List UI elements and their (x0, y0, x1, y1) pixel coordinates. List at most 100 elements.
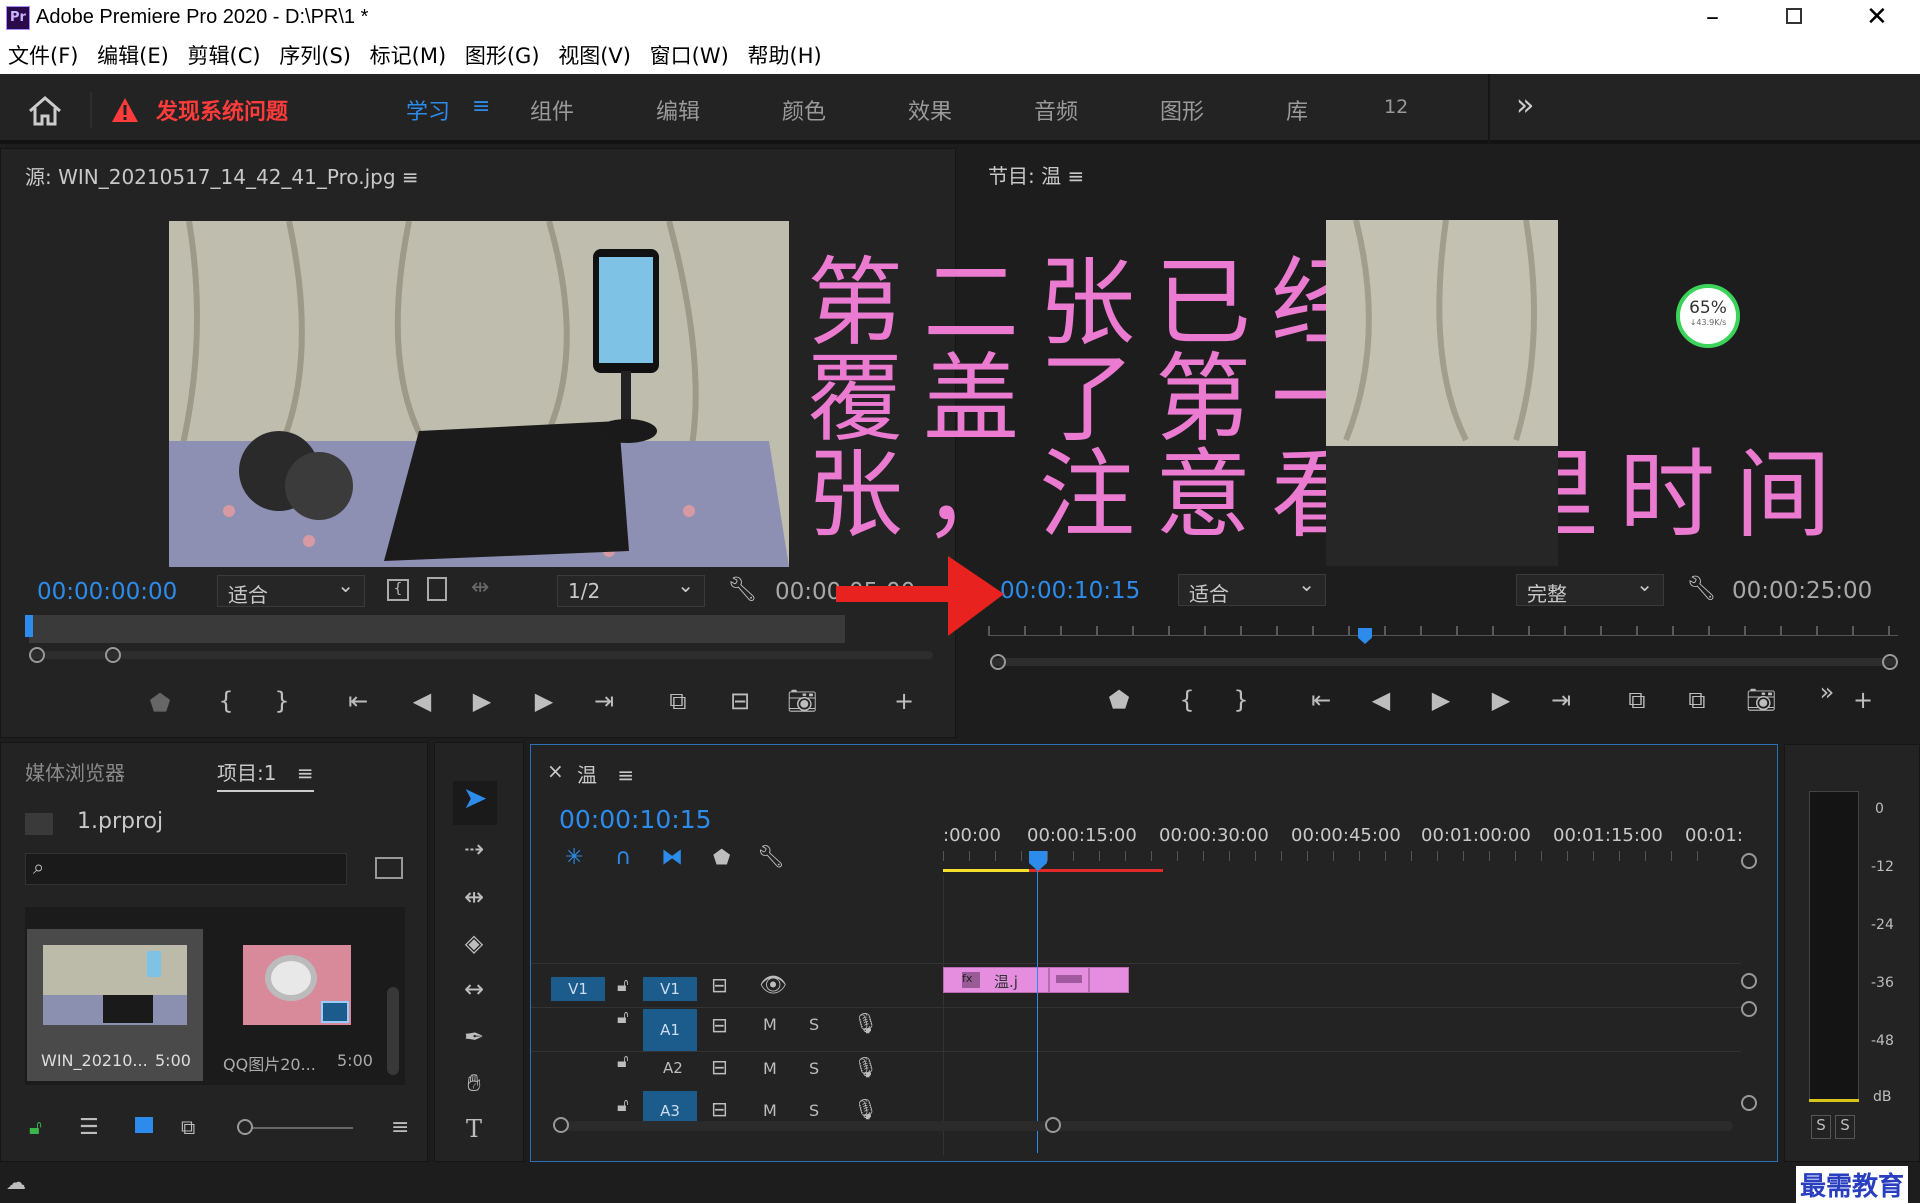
source-marker-icon[interactable]: ⬟ (143, 689, 177, 717)
ripple-edit-tool-icon[interactable]: ⇹ (457, 883, 491, 911)
slip-tool-icon[interactable]: ↔ (457, 975, 491, 1003)
solo-button[interactable]: S (809, 1059, 819, 1078)
program-add-button-icon[interactable]: + (1846, 686, 1880, 714)
snap-icon[interactable]: ∩ (615, 845, 631, 870)
freeform-view-icon[interactable]: ⧉ (181, 1115, 195, 1139)
v-scroll-handle[interactable] (1741, 853, 1757, 869)
icon-view-icon[interactable] (135, 1117, 153, 1133)
source-playhead[interactable] (25, 615, 33, 637)
program-goto-in-icon[interactable]: ⇤ (1304, 686, 1338, 714)
program-mark-out-icon[interactable]: } (1224, 686, 1258, 714)
menu-clip[interactable]: 剪辑(C) (188, 44, 261, 68)
track-lock-icon[interactable]: 🔓︎ (617, 1051, 629, 1072)
linked-selection-icon[interactable]: ⧓ (661, 845, 683, 870)
pen-tool-icon[interactable]: ✒︎ (457, 1023, 491, 1051)
razor-tool-icon[interactable]: ◈ (457, 929, 491, 957)
track-lock-icon[interactable]: 🔓︎ (617, 975, 629, 996)
timeline-clip[interactable]: fx 温.j (943, 967, 1049, 993)
timeline-settings-icon[interactable]: 🔧︎ (757, 845, 785, 870)
project-search-input[interactable] (25, 853, 347, 885)
timeline-playhead[interactable] (1029, 851, 1047, 871)
minimize-icon[interactable]: – (1706, 2, 1719, 32)
mute-button[interactable]: M (763, 1015, 777, 1034)
sync-lock-icon[interactable]: ⊟ (711, 1055, 728, 1079)
source-audio-icon[interactable]: ⇹ (471, 575, 489, 600)
nest-toggle-icon[interactable]: ✳︎ (565, 845, 583, 870)
home-icon[interactable] (28, 96, 62, 126)
timeline-clip[interactable] (1089, 967, 1129, 993)
source-add-button-icon[interactable]: + (887, 687, 921, 715)
source-insert-icon[interactable]: { (387, 579, 409, 601)
system-alert[interactable]: 发现系统问题 (156, 94, 288, 126)
menu-window[interactable]: 窗口(W) (650, 44, 729, 68)
menu-graphics[interactable]: 图形(G) (465, 44, 540, 68)
program-camera-icon[interactable]: 📷︎ (1744, 686, 1778, 714)
menu-marker[interactable]: 标记(M) (370, 44, 447, 68)
mic-icon[interactable]: 🎙︎ (853, 1011, 878, 1035)
source-resolution-dropdown[interactable]: 1/2 (557, 573, 705, 607)
sync-lock-icon[interactable]: ⊟ (711, 973, 728, 997)
project-item[interactable]: QQ图片20... 5:00 (213, 929, 389, 1081)
menu-view[interactable]: 视图(V) (558, 44, 631, 68)
menu-help[interactable]: 帮助(H) (748, 44, 822, 68)
source-overwrite-icon[interactable]: ⊟ (723, 687, 757, 715)
ws-tab-audio[interactable]: 音频 (1034, 94, 1078, 126)
ws-tab-libraries[interactable]: 库 (1286, 94, 1308, 126)
ws-tab-editing[interactable]: 编辑 (656, 94, 700, 126)
source-mark-in-icon[interactable]: { (209, 687, 243, 715)
track-lock-icon[interactable]: 🔓︎ (617, 1007, 629, 1028)
zoom-slider[interactable] (241, 1127, 353, 1129)
timeline-timecode[interactable]: 00:00:10:15 (559, 805, 712, 834)
project-menu-icon[interactable]: ≡ (297, 761, 314, 785)
mic-icon[interactable]: 🎙︎ (853, 1097, 878, 1121)
a-scroll-handle[interactable] (1741, 1001, 1757, 1017)
mic-icon[interactable]: 🎙︎ (853, 1055, 878, 1079)
a-scroll-handle[interactable] (1741, 1095, 1757, 1111)
ws-tab-assembly[interactable]: 组件 (530, 94, 574, 126)
meter-solo-button[interactable]: S (1811, 1115, 1831, 1139)
eye-icon[interactable]: 👁︎ (759, 973, 787, 998)
timeline-menu-icon[interactable]: ≡ (617, 763, 634, 787)
solo-button[interactable]: S (809, 1101, 819, 1120)
track-target-a1[interactable]: A1 (643, 1009, 697, 1051)
new-bin-icon[interactable] (375, 857, 403, 879)
program-zoom-handle-left[interactable] (990, 654, 1006, 670)
track-select-tool-icon[interactable]: ⇢ (457, 835, 491, 863)
timeline-zoom-bar[interactable] (557, 1121, 1733, 1131)
program-wrench-icon[interactable]: 🔧︎ (1686, 574, 1716, 602)
hand-tool-icon[interactable]: ✋︎ (457, 1069, 491, 1097)
source-timecode[interactable]: 00:00:00:00 (37, 579, 177, 605)
ws-tab-effects[interactable]: 效果 (908, 94, 952, 126)
source-zoom-handle-right[interactable] (105, 647, 121, 663)
timeline-clip[interactable] (1049, 967, 1089, 993)
source-fit-dropdown[interactable]: 适合 (217, 573, 365, 607)
program-overflow-icon[interactable]: » (1810, 678, 1844, 706)
program-extract-icon[interactable]: ⧉ (1680, 686, 1714, 714)
lock-icon[interactable]: 🔓︎ (29, 1115, 42, 1139)
ws-tab-color[interactable]: 颜色 (782, 94, 826, 126)
ws-tab-learn[interactable]: 学习 (406, 94, 450, 126)
source-step-forward-icon[interactable]: ▶︎ (527, 687, 561, 715)
solo-button[interactable]: S (809, 1015, 819, 1034)
tab-media-browser[interactable]: 媒体浏览器 (25, 757, 125, 786)
source-zoom-handle-left[interactable] (29, 647, 45, 663)
program-goto-out-icon[interactable]: ⇥ (1544, 686, 1578, 714)
add-marker-icon[interactable]: ⬟ (713, 845, 730, 869)
track-target-a2[interactable]: A2 (663, 1059, 683, 1077)
source-patch-v1[interactable]: V1 (551, 977, 605, 1001)
sync-lock-icon[interactable]: ⊟ (711, 1097, 728, 1121)
ws-tab-12[interactable]: 12 (1384, 96, 1408, 118)
program-quality-dropdown[interactable]: 完整 (1516, 572, 1664, 606)
source-step-back-icon[interactable]: ◀︎ (405, 687, 439, 715)
mute-button[interactable]: M (763, 1059, 777, 1078)
timeline-zoom-handle-right[interactable] (1045, 1117, 1061, 1133)
project-scrollbar[interactable] (387, 987, 399, 1075)
track-target-v1[interactable]: V1 (643, 977, 697, 1001)
menu-sequence[interactable]: 序列(S) (279, 44, 351, 68)
program-zoom-handle-right[interactable] (1882, 654, 1898, 670)
program-lift-icon[interactable]: ⧉ (1620, 686, 1654, 714)
program-step-back-icon[interactable]: ◀︎ (1364, 686, 1398, 714)
source-play-icon[interactable]: ▶︎ (465, 687, 499, 715)
program-marker-icon[interactable]: ⬟ (1102, 686, 1136, 714)
menu-edit[interactable]: 编辑(E) (97, 44, 169, 68)
